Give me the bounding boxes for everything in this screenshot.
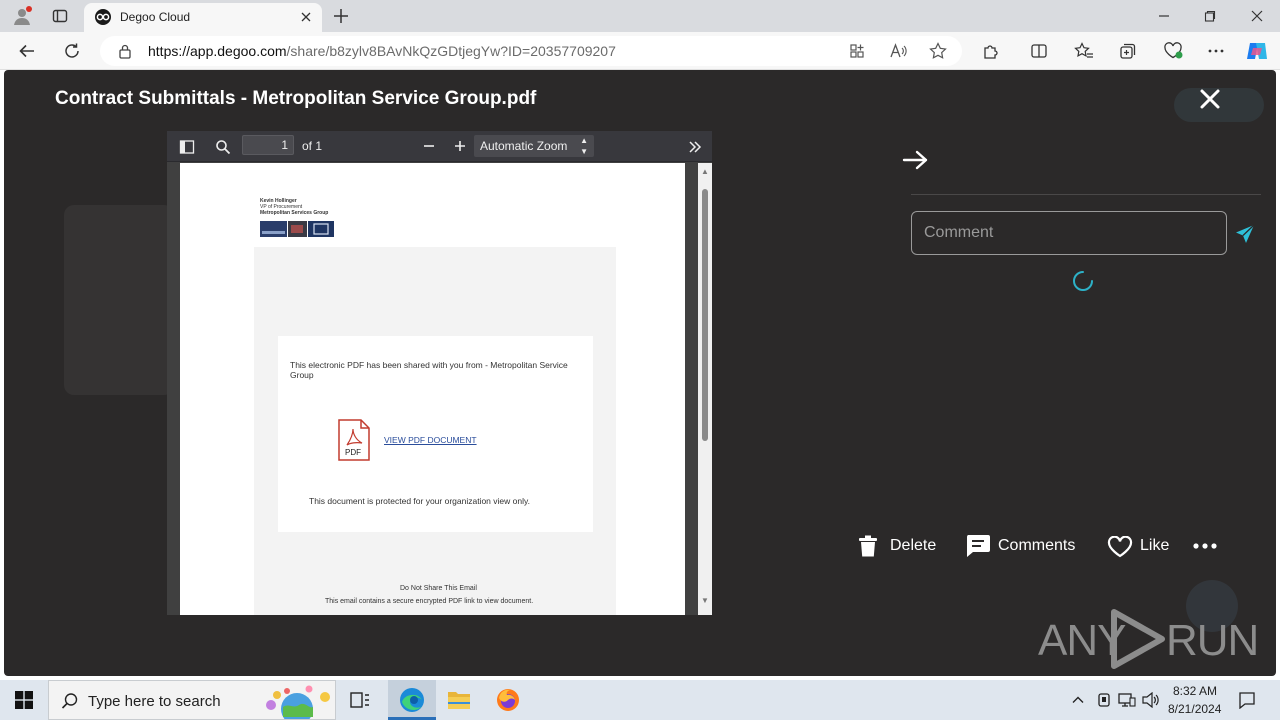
volume-icon[interactable] bbox=[1142, 691, 1160, 709]
like-label: Like bbox=[1140, 537, 1170, 554]
clock-date[interactable]: 8/21/2024 bbox=[1168, 703, 1221, 715]
taskbar: Type here to search 8:32 AM 8/21/2024 bbox=[0, 680, 1280, 724]
pdf-toolbar: 1 of 1 Automatic Zoom ▲ ▼ bbox=[167, 131, 712, 162]
anyrun-watermark: ANY RUN bbox=[1038, 606, 1259, 670]
scrollbar-thumb[interactable] bbox=[702, 189, 708, 441]
favorites-icon[interactable] bbox=[1074, 42, 1094, 60]
footer-no-share: Do Not Share This Email bbox=[400, 585, 477, 592]
heart-icon bbox=[1107, 535, 1133, 558]
like-button[interactable]: Like bbox=[1104, 532, 1180, 560]
pdf-file-icon: PDF bbox=[337, 419, 371, 461]
task-view-icon[interactable] bbox=[350, 691, 370, 709]
footer-secure-link: This email contains a secure encrypted P… bbox=[325, 598, 534, 605]
profile-icon[interactable] bbox=[12, 6, 32, 26]
read-aloud-icon[interactable] bbox=[889, 43, 907, 59]
pdf-scrollbar[interactable]: ▲ ▼ bbox=[698, 163, 712, 615]
sidebar-toggle-icon[interactable] bbox=[179, 139, 195, 155]
find-icon[interactable] bbox=[215, 139, 231, 155]
more-options-icon[interactable] bbox=[1207, 42, 1225, 60]
scroll-up-arrow-icon[interactable]: ▲ bbox=[701, 167, 709, 176]
url-text: https://app.degoo.com/share/b8zylv8BAvNk… bbox=[148, 43, 616, 59]
degoo-favicon-icon bbox=[94, 9, 112, 25]
zoom-in-icon[interactable] bbox=[453, 139, 467, 153]
scroll-down-arrow-icon[interactable]: ▼ bbox=[701, 596, 709, 605]
tab-degoo-cloud[interactable]: Degoo Cloud bbox=[84, 3, 322, 32]
zoom-select-value: Automatic Zoom bbox=[480, 139, 568, 153]
favorite-star-icon[interactable] bbox=[929, 42, 947, 60]
minimize-icon[interactable] bbox=[1156, 8, 1172, 24]
browser-essentials-icon[interactable] bbox=[1163, 42, 1183, 60]
comment-bubble-icon bbox=[965, 534, 991, 558]
delete-label: Delete bbox=[890, 537, 937, 554]
company-logo-strip bbox=[260, 221, 334, 237]
collections-icon[interactable] bbox=[1119, 42, 1137, 60]
search-icon bbox=[61, 692, 79, 710]
pdf-viewer: 1 of 1 Automatic Zoom ▲ ▼ Kevin Hollinger bbox=[167, 131, 712, 615]
edge-taskbar-button[interactable] bbox=[388, 680, 436, 720]
file-explorer-icon[interactable] bbox=[447, 689, 471, 711]
trash-icon bbox=[858, 535, 878, 557]
zoom-select[interactable]: Automatic Zoom ▲ ▼ bbox=[474, 135, 594, 157]
search-highlights-icon[interactable] bbox=[261, 683, 333, 724]
comments-label: Comments bbox=[998, 537, 1076, 554]
show-hidden-icons-icon[interactable] bbox=[1071, 693, 1085, 707]
meet-now-icon[interactable] bbox=[1096, 692, 1112, 708]
url-host: https://app.degoo.com bbox=[148, 43, 287, 59]
taskbar-search-box[interactable]: Type here to search bbox=[48, 680, 336, 724]
send-icon[interactable] bbox=[1234, 223, 1256, 245]
watermark-play-icon bbox=[1108, 608, 1168, 670]
page: Contract Submittals - Metropolitan Servi… bbox=[0, 70, 1280, 680]
new-tab-icon[interactable] bbox=[332, 7, 350, 25]
tab-bar: Degoo Cloud bbox=[0, 0, 1280, 32]
tab-actions-icon[interactable] bbox=[52, 8, 68, 24]
refresh-icon[interactable] bbox=[63, 42, 81, 60]
restore-icon[interactable] bbox=[1202, 8, 1218, 24]
app-available-icon[interactable] bbox=[849, 43, 865, 59]
extensions-icon[interactable] bbox=[982, 42, 1000, 60]
edge-icon bbox=[399, 687, 425, 713]
window-close-icon[interactable] bbox=[1249, 8, 1265, 24]
page-count: of 1 bbox=[302, 139, 323, 153]
split-screen-icon[interactable] bbox=[1030, 42, 1048, 60]
zoom-out-icon[interactable] bbox=[422, 139, 436, 153]
protected-notice: This document is protected for your orga… bbox=[309, 496, 530, 506]
pdf-page: Kevin Hollinger VP of Procurement Metrop… bbox=[180, 163, 685, 615]
email-card: This electronic PDF has been shared with… bbox=[278, 336, 593, 532]
delete-button[interactable]: Delete bbox=[856, 532, 946, 560]
comments-button[interactable]: Comments bbox=[964, 532, 1084, 560]
page-number-input[interactable]: 1 bbox=[242, 135, 294, 155]
url-field[interactable]: https://app.degoo.com/share/b8zylv8BAvNk… bbox=[100, 36, 962, 66]
search-placeholder: Type here to search bbox=[88, 693, 221, 710]
loading-spinner-icon bbox=[1071, 269, 1095, 293]
close-viewer-icon[interactable] bbox=[1196, 85, 1224, 113]
url-path: /share/b8zylv8BAvNkQzGDtjegYw?ID=2035770… bbox=[286, 43, 616, 59]
more-actions-icon[interactable] bbox=[1192, 538, 1218, 554]
tab-close-icon[interactable] bbox=[298, 9, 314, 25]
address-bar-row: https://app.degoo.com/share/b8zylv8BAvNk… bbox=[0, 32, 1280, 70]
file-viewer-overlay: Contract Submittals - Metropolitan Servi… bbox=[4, 70, 1276, 676]
pdf-header-company: Metropolitan Services Group bbox=[260, 210, 329, 216]
blurred-background-card bbox=[64, 205, 174, 395]
collapse-panel-arrow-icon[interactable] bbox=[902, 148, 930, 172]
shared-message: This electronic PDF has been shared with… bbox=[290, 360, 568, 380]
notifications-icon[interactable] bbox=[1238, 691, 1256, 710]
firefox-icon[interactable] bbox=[496, 688, 520, 712]
network-icon[interactable] bbox=[1118, 692, 1136, 708]
tools-expand-icon[interactable] bbox=[687, 139, 703, 155]
back-icon[interactable] bbox=[18, 42, 36, 60]
watermark-run: RUN bbox=[1166, 616, 1259, 665]
start-windows-icon[interactable] bbox=[15, 691, 33, 709]
select-arrows-icon: ▲ ▼ bbox=[580, 136, 588, 156]
tab-title: Degoo Cloud bbox=[120, 10, 191, 24]
lock-icon[interactable] bbox=[118, 43, 132, 59]
document-title: Contract Submittals - Metropolitan Servi… bbox=[55, 88, 537, 109]
view-pdf-link[interactable]: VIEW PDF DOCUMENT bbox=[384, 435, 477, 445]
copilot-icon[interactable] bbox=[1245, 39, 1269, 63]
panel-divider bbox=[911, 194, 1261, 195]
comment-input[interactable] bbox=[911, 211, 1227, 255]
pdf-icon-label: PDF bbox=[345, 448, 361, 457]
clock-time[interactable]: 8:32 AM bbox=[1173, 685, 1217, 697]
